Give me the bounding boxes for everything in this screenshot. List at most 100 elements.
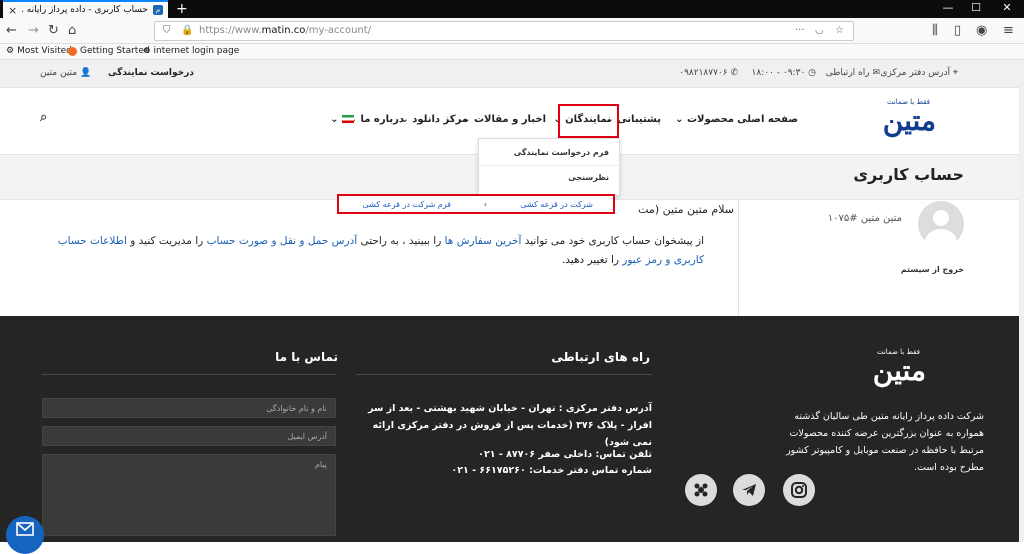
- desc-part-1: از پیشخوان حساب کاربری خود می توانید: [521, 235, 704, 247]
- mail-float-button[interactable]: [6, 516, 44, 554]
- avatar-head: [933, 210, 949, 226]
- maximize-icon[interactable]: ☐: [963, 0, 989, 16]
- chevron-left-icon: ›: [483, 200, 487, 209]
- menu-products-label: محصولات: [686, 114, 734, 125]
- footer-address: آدرس دفتر مرکزی : تهران - خیابان شهید به…: [368, 403, 652, 448]
- account-icon[interactable]: ◉: [976, 22, 987, 40]
- chevron-down-icon: ⌄: [330, 114, 339, 125]
- logout-link[interactable]: خروج از سیستم: [901, 265, 964, 274]
- desc-part-3: را مدیریت کنید و: [126, 235, 207, 247]
- sidebar-icon[interactable]: ▯: [954, 22, 961, 40]
- topbar-contact[interactable]: ✉ راه ارتباطی: [826, 68, 880, 78]
- back-icon[interactable]: ←: [6, 22, 17, 40]
- url-domain: matin.co: [261, 25, 306, 36]
- site-top-bar: ⌖ آدرس دفتر مرکزی ✉ راه ارتباطی ◷ ۰۹:۳۰ …: [0, 60, 1024, 88]
- lottery-submenu: شرکت در قرعه کشی › فرم شرکت در قرعه کشی: [337, 194, 615, 214]
- menu-home[interactable]: صفحه اصلی: [737, 114, 798, 125]
- desc-part-2: را ببینید ، به راحتی: [357, 235, 445, 247]
- dropdown-item-survey[interactable]: نظرسنجی: [568, 173, 609, 182]
- site-footer: فقط با ضمانت متین شرکت داده پرداز رایانه…: [0, 316, 1024, 542]
- avatar: [918, 201, 964, 247]
- topbar-hours: ◷ ۰۹:۳۰ - ۱۸:۰۰: [751, 68, 816, 78]
- bookmark-most-visited[interactable]: ⚙ Most Visited: [6, 46, 72, 56]
- tab-title: حساب کاربری - داده پرداز رایانه ...: [22, 5, 148, 15]
- new-tab-icon[interactable]: +: [176, 0, 188, 18]
- page-actions-icon[interactable]: ···: [795, 22, 805, 40]
- home-icon[interactable]: ⌂: [68, 22, 76, 40]
- menu-news[interactable]: اخبار و مقالات ⌄: [462, 114, 546, 125]
- footer-form-title: تماس با ما: [275, 350, 338, 364]
- representatives-dropdown: فرم درخواست نمایندگی نظرسنجی: [478, 138, 620, 196]
- topbar-hours-label: ۰۹:۳۰ - ۱۸:۰۰: [751, 68, 806, 78]
- name-field[interactable]: نام و نام خانوادگی: [42, 398, 336, 418]
- footer-logo-text: متین: [872, 354, 926, 387]
- menu-support-label: پشتیبانی: [617, 114, 661, 125]
- telegram-icon[interactable]: [733, 474, 765, 506]
- submenu-item-lottery-form[interactable]: فرم شرکت در قرعه کشی: [363, 200, 451, 209]
- reload-icon[interactable]: ↻: [48, 22, 59, 40]
- shield-icon[interactable]: ⛉: [163, 22, 171, 40]
- desc-part-4: را تغییر دهید.: [561, 254, 623, 266]
- bookmark-label: Most Visited: [17, 46, 72, 56]
- topbar-address[interactable]: ⌖ آدرس دفتر مرکزی: [880, 68, 958, 78]
- topbar-contact-label: راه ارتباطی: [825, 68, 870, 78]
- highlight-box-representatives: [558, 104, 619, 138]
- addresses-link[interactable]: آدرس حمل و نقل و صورت حساب: [207, 235, 358, 247]
- page-scrollbar[interactable]: [1019, 60, 1024, 542]
- avatar-body: [925, 229, 957, 247]
- pocket-icon[interactable]: ◡: [815, 22, 824, 40]
- logo-text: متین: [882, 104, 937, 137]
- url-bar[interactable]: https://www.matin.co/my-account/ ⛉ 🔒 ···…: [154, 21, 854, 41]
- footer-logo: فقط با ضمانت متین: [826, 348, 926, 388]
- menu-download[interactable]: مرکز دانلود ⌄: [400, 114, 468, 125]
- iran-flag-icon: [342, 115, 354, 123]
- language-selector[interactable]: ⌄: [330, 114, 354, 125]
- minimize-icon[interactable]: —: [935, 0, 961, 16]
- footer-contact-divider: [356, 374, 652, 375]
- dropdown-item-lottery[interactable]: شرکت در قرعه کشی: [520, 200, 593, 209]
- menu-products[interactable]: محصولات ⌄: [675, 114, 734, 125]
- browser-tab[interactable]: م حساب کاربری - داده پرداز رایانه ... ×: [3, 0, 168, 18]
- footer-form-divider: [42, 374, 336, 375]
- topbar-request-link[interactable]: درخواست نمایندگی: [108, 68, 194, 78]
- account-name: متین متین: [860, 213, 902, 224]
- bookmark-internet-login[interactable]: ⊕ internet login page: [143, 46, 239, 56]
- recent-orders-link[interactable]: آخرین سفارش ها: [445, 235, 522, 247]
- footer-phone: تلفن تماس: داخلی صفر ۸۷۷۰۶ - ۰۲۱: [478, 449, 652, 460]
- bookmark-star-icon[interactable]: ☆: [835, 22, 844, 40]
- tab-close-icon[interactable]: ×: [8, 4, 17, 17]
- browser-tab-bar: م حساب کاربری - داده پرداز رایانه ... × …: [0, 0, 1024, 18]
- bookmark-getting-started[interactable]: Getting Started: [68, 46, 150, 56]
- url-prefix: https://www.: [199, 25, 262, 36]
- sidebar-divider: [738, 200, 739, 316]
- menu-about-label: درباره ما: [360, 114, 405, 125]
- chevron-down-icon: ⌄: [675, 114, 684, 125]
- topbar-phone[interactable]: ✆ ۰۹۸۲۱۸۷۷۰۶: [679, 68, 738, 78]
- menu-news-label: اخبار و مقالات: [473, 114, 546, 125]
- dropdown-item-request-form[interactable]: فرم درخواست نمایندگی: [514, 148, 609, 157]
- close-window-icon[interactable]: ✕: [994, 0, 1020, 16]
- footer-about: شرکت داده پرداز رایانه متین طی سالیان گذ…: [786, 411, 984, 473]
- email-field[interactable]: آدرس ایمیل: [42, 426, 336, 446]
- menu-about[interactable]: درباره ما ⌄: [349, 114, 404, 125]
- aparat-icon[interactable]: [685, 474, 717, 506]
- message-field[interactable]: پیام: [42, 454, 336, 536]
- site-favicon-icon: م: [153, 5, 163, 15]
- library-icon[interactable]: ⫼: [932, 22, 938, 40]
- bookmark-label: internet login page: [153, 46, 240, 56]
- url-path: /my-account/: [305, 25, 372, 36]
- globe-icon: ⊕: [143, 46, 151, 56]
- instagram-icon[interactable]: [783, 474, 815, 506]
- forward-icon[interactable]: →: [28, 22, 39, 40]
- gear-icon: ⚙: [6, 46, 15, 56]
- site-logo[interactable]: فقط با ضمانت متین: [836, 98, 937, 137]
- page-title: حساب کاربری: [853, 165, 964, 184]
- account-username: متین متین #۱۰۷۵: [828, 213, 902, 224]
- hamburger-menu-icon[interactable]: ≡: [1003, 22, 1014, 40]
- user-icon: 👤: [79, 68, 92, 78]
- topbar-user[interactable]: 👤 متین متین: [40, 68, 91, 78]
- dashboard-description: از پیشخوان حساب کاربری خود می توانید آخر…: [42, 232, 704, 270]
- bookmark-label: Getting Started: [80, 46, 150, 56]
- search-icon[interactable]: ⌕: [40, 110, 47, 125]
- account-id: #۱۰۷۵: [827, 213, 858, 224]
